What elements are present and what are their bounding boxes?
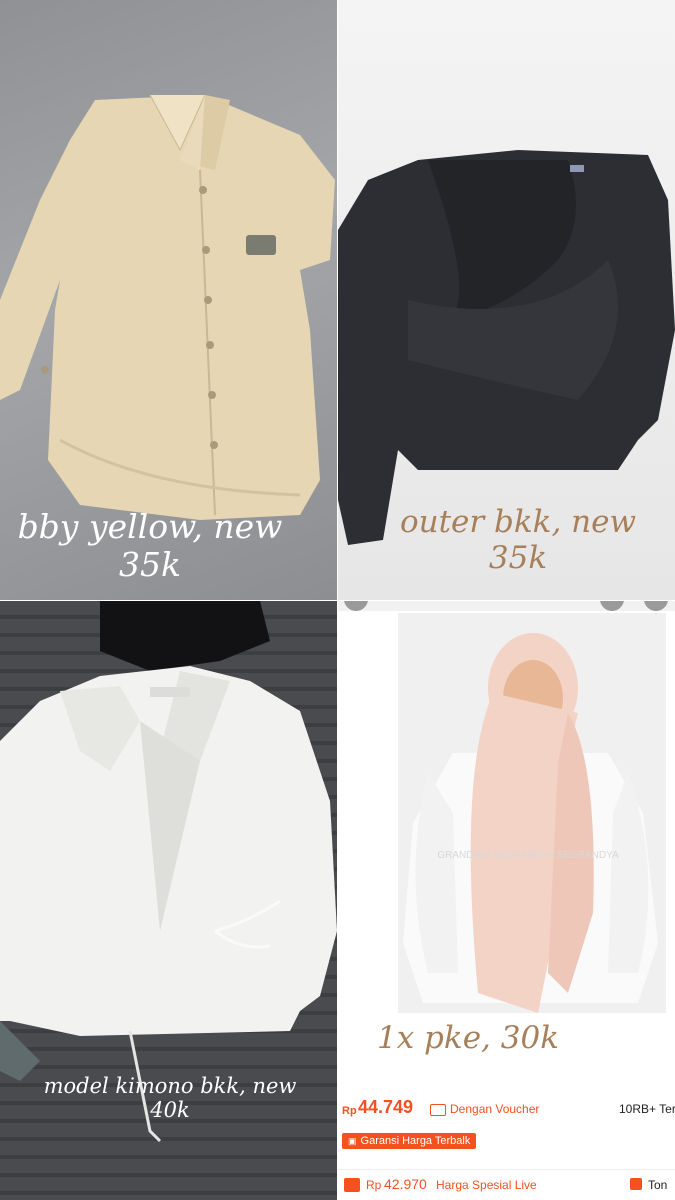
cart-mini-icon[interactable] <box>630 1178 642 1190</box>
caption-line-2: 40k <box>150 1098 190 1123</box>
cart-text: Ton <box>648 1178 668 1192</box>
caption-line-2: 35k <box>488 539 548 576</box>
caption-line-2: 35k <box>119 544 181 584</box>
live-price-row: Rp 42.970 Harga Spesial Live Ton <box>338 1169 675 1200</box>
price-value: 44.749 <box>358 1097 414 1117</box>
shield-icon: ▣ <box>348 1135 357 1146</box>
voucher-icon <box>430 1104 446 1116</box>
live-label: Harga Spesial Live <box>436 1178 537 1192</box>
guarantee-label: Garansi Harga Terbalk <box>360 1135 471 1147</box>
photo-black-outer: outer bkk, new 35k <box>338 0 675 600</box>
price-currency: Rp <box>342 1105 357 1117</box>
model-illustration: GRANDINA SEGRANDYA SEGRANDYA <box>403 633 658 1013</box>
guarantee-row: ▣ Garansi Harga Terbalk <box>338 1131 675 1153</box>
caption-line-1: bby yellow, new <box>17 507 283 546</box>
guarantee-badge[interactable]: ▣ Garansi Harga Terbalk <box>342 1133 477 1149</box>
photo-beige-shirt: bby yellow, new 35k <box>0 0 337 600</box>
photo-white-kimono: ‹ model kimono bkk, new 40k <box>0 601 337 1200</box>
live-price: 42.970 <box>384 1176 427 1192</box>
live-currency: Rp <box>366 1178 382 1192</box>
live-icon <box>344 1178 360 1192</box>
voucher-label: Dengan Voucher <box>450 1102 540 1116</box>
sold-count: 10RB+ Ter <box>619 1102 675 1116</box>
product-screenshot-hijab: GRANDINA SEGRANDYA SEGRANDYA 1x pke, 30k… <box>338 601 675 1200</box>
caption-line-1: outer bkk, new <box>399 504 637 540</box>
price-row: Rp 44.749 Dengan Voucher 10RB+ Ter <box>338 1095 675 1125</box>
caption: 1x pke, 30k <box>377 1020 559 1056</box>
model-photo: GRANDINA SEGRANDYA SEGRANDYA <box>398 613 666 1013</box>
watermark: GRANDINA SEGRANDYA SEGRANDYA <box>437 850 619 861</box>
caption-line-1: model kimono bkk, new <box>43 1074 297 1098</box>
top-strip <box>338 601 675 611</box>
